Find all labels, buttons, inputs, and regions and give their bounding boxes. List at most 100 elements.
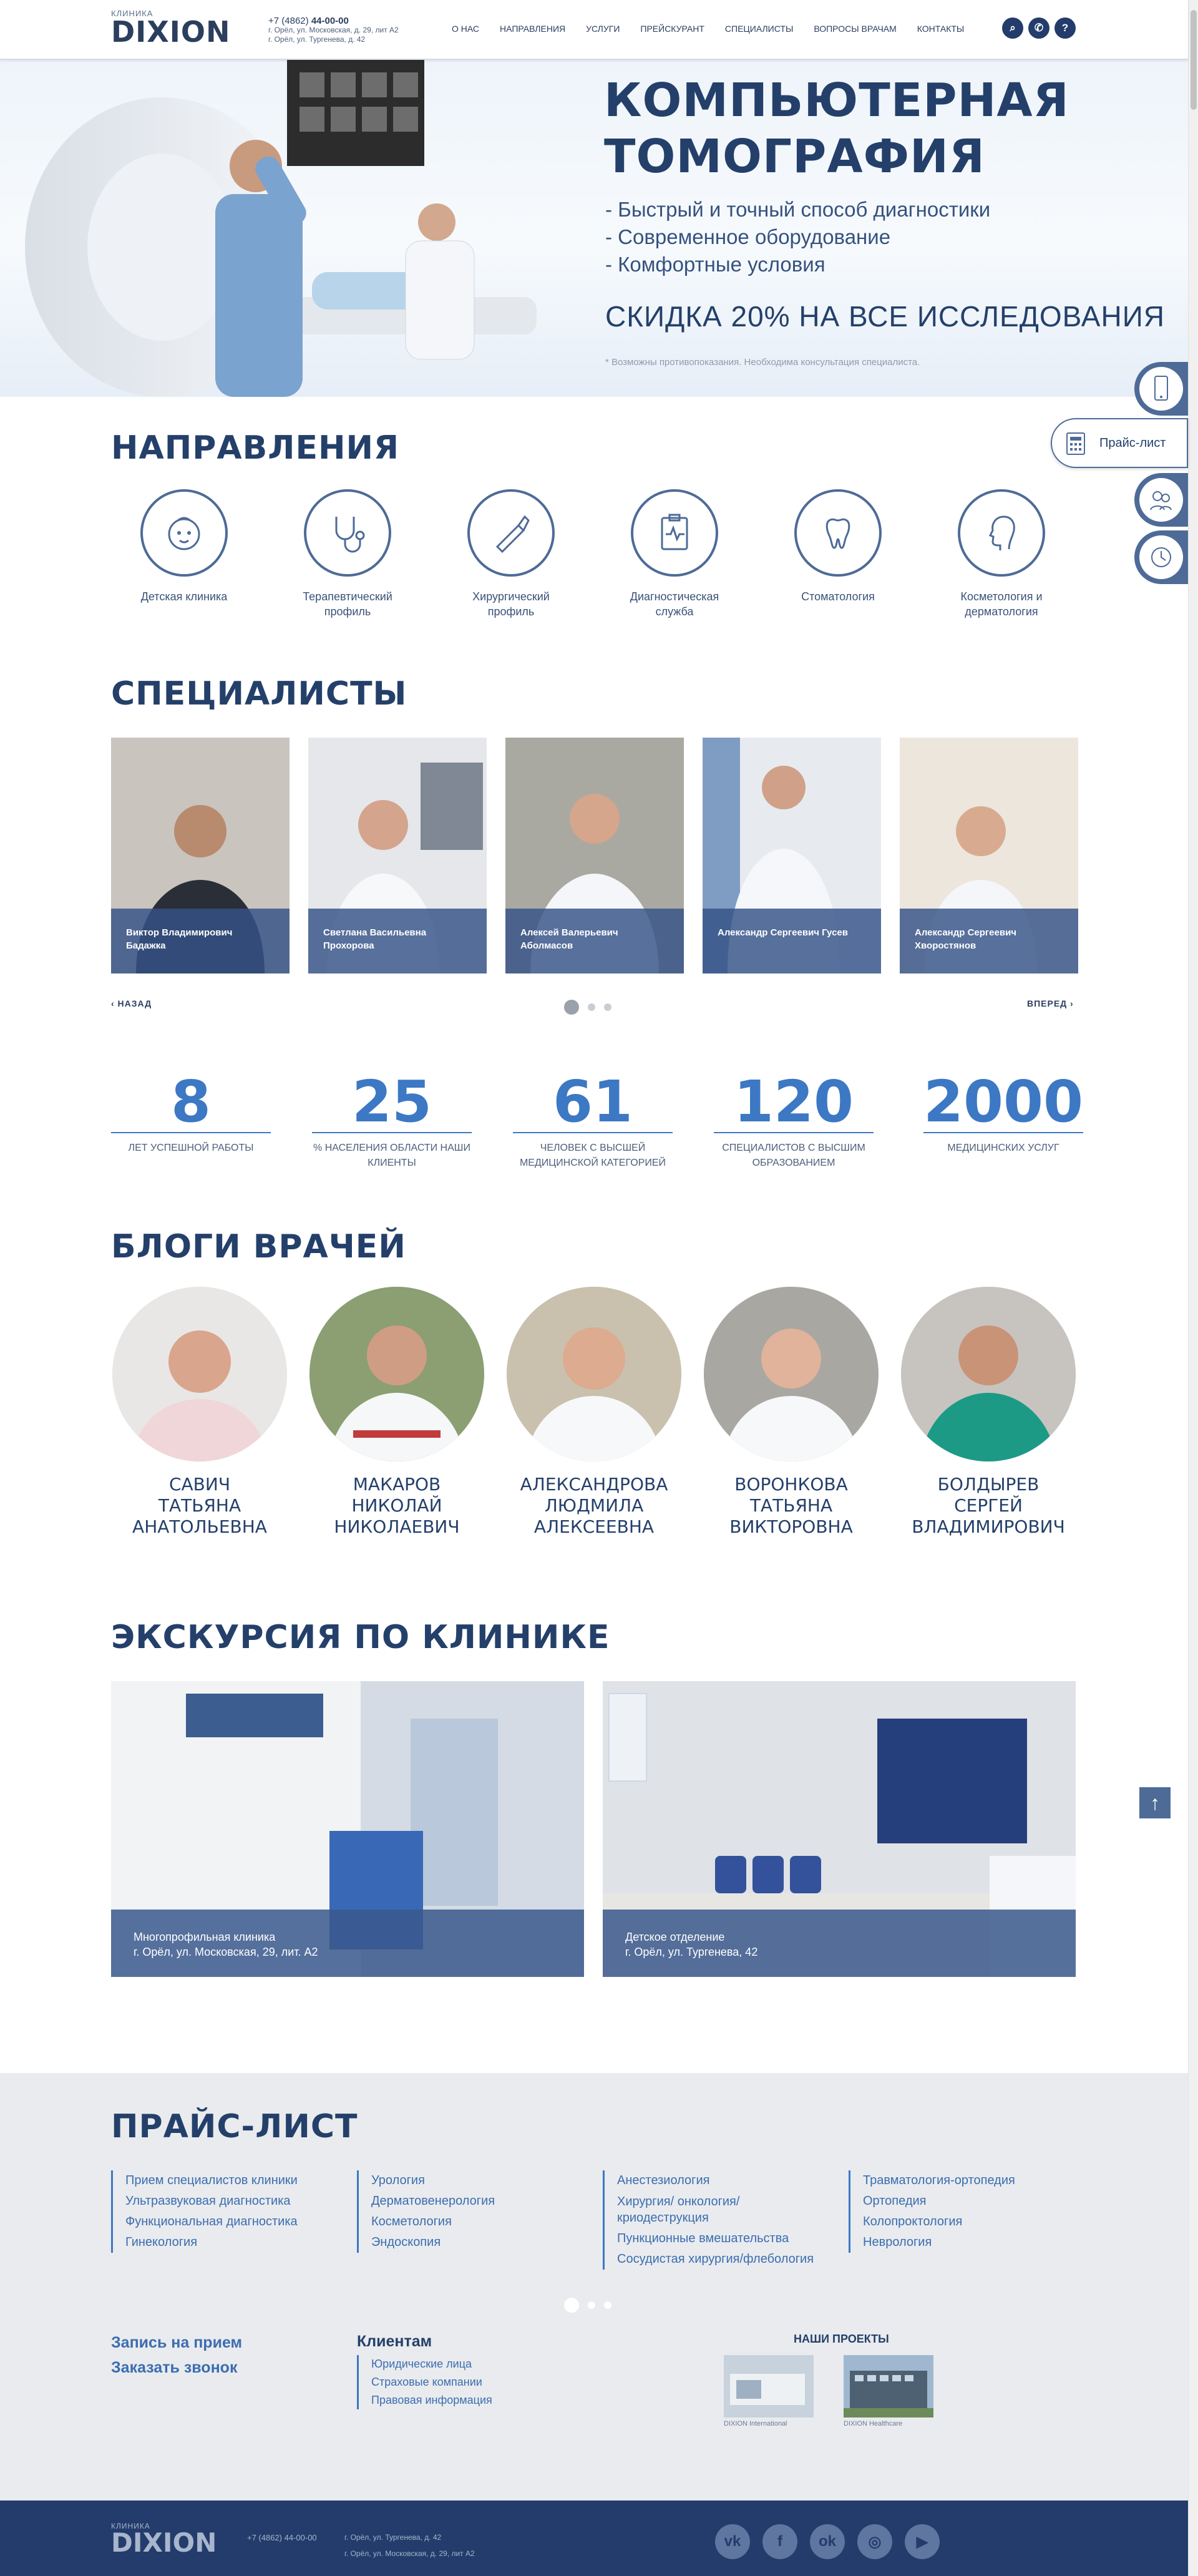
pagination-dot[interactable]	[588, 1003, 595, 1011]
footer-logo[interactable]: КЛИНИКА DIXION	[111, 2522, 217, 2558]
price-link[interactable]: Дерматовенерология	[371, 2191, 495, 2212]
clients-link[interactable]: Юридические лица	[371, 2355, 492, 2373]
doctor-photo	[704, 1287, 879, 1461]
project-item[interactable]: DIXION International	[724, 2355, 814, 2427]
price-link[interactable]: Косметология	[371, 2212, 495, 2232]
price-link[interactable]: Неврология	[863, 2232, 1015, 2253]
price-link[interactable]: Колопроктология	[863, 2212, 1015, 2232]
nav-questions[interactable]: ВОПРОСЫ ВРАЧАМ	[814, 24, 896, 34]
instagram-icon[interactable]: ◎	[857, 2524, 892, 2559]
doctor-patronymic: АНАТОЛЬЕВНА	[132, 1516, 267, 1537]
logo[interactable]: КЛИНИКА DIXION	[111, 9, 230, 49]
next-button[interactable]: ВПЕРЕД ›	[1027, 998, 1074, 1008]
price-link[interactable]: Функциональная диагностика	[125, 2212, 298, 2232]
hero-note: * Возможны противопоказания. Необходима …	[605, 357, 920, 368]
specialist-card[interactable]: Светлана Васильевна Прохорова	[308, 738, 487, 973]
price-link[interactable]: Гинекология	[125, 2232, 298, 2253]
direction-label: Терапевтический профиль	[303, 590, 392, 618]
doctor-firstname: ТАТЬЯНА	[158, 1495, 241, 1516]
nav-price[interactable]: ПРЕЙСКУРАНТ	[640, 24, 704, 34]
tour-caption: Детское отделение г. Орёл, ул. Тургенева,…	[603, 1910, 1076, 1977]
price-link[interactable]: Травматология-ортопедия	[863, 2170, 1015, 2191]
face-icon	[958, 489, 1045, 577]
direction-item[interactable]: Диагностическая служба	[615, 489, 734, 619]
price-link[interactable]: Эндоскопия	[371, 2232, 495, 2253]
price-link[interactable]: Пункционные вмешательства	[617, 2228, 814, 2249]
pagination-dot[interactable]	[604, 2301, 611, 2309]
tour-caption-address: г. Орёл, ул. Московская, 29, лит. А2	[134, 1946, 318, 1958]
side-widget-doctors[interactable]	[1134, 473, 1188, 527]
specialist-card[interactable]: Александр Сергеевич Гусев	[703, 738, 881, 973]
price-link[interactable]: Хирургия/ онкология/криодеструкция	[617, 2191, 814, 2228]
site-footer: КЛИНИКА DIXION +7 (4862) 44-00-00 г. Орё…	[0, 2500, 1188, 2576]
tour-caption-address: г. Орёл, ул. Тургенева, 42	[625, 1946, 758, 1958]
price-column: Прием специалистов клиники Ультразвукова…	[111, 2170, 298, 2253]
help-icon[interactable]: ?	[1054, 17, 1076, 39]
prev-button[interactable]: ‹ НАЗАД	[111, 998, 152, 1008]
stethoscope-icon	[304, 489, 391, 577]
callback-link[interactable]: Заказать звонок	[111, 2359, 237, 2377]
vk-icon[interactable]: vk	[715, 2524, 750, 2559]
specialist-name: Александр Сергеевич Гусев	[703, 909, 881, 973]
specialist-name: Виктор Владимирович Бадажка	[111, 909, 290, 973]
price-link[interactable]: Ультразвуковая диагностика	[125, 2191, 298, 2212]
specialist-card[interactable]: Александр Сергеевич Хворостянов	[900, 738, 1078, 973]
search-icon[interactable]: ⌕	[1002, 17, 1023, 39]
price-link[interactable]: Анестезиология	[617, 2170, 814, 2191]
doctor-firstname: СЕРГЕЙ	[954, 1495, 1023, 1516]
price-list-widget[interactable]: Прайс-лист	[1051, 418, 1188, 468]
direction-item[interactable]: Стоматология	[779, 489, 897, 604]
doctor-name: МАКАРОВ НИКОЛАЙ НИКОЛАЕВИЧ	[308, 1474, 485, 1538]
doctor-name: АЛЕКСАНДРОВА ЛЮДМИЛА АЛЕКСЕЕВНА	[505, 1474, 683, 1538]
header-phone[interactable]: +7 (4862) 44-00-00	[268, 16, 399, 26]
header-phone-number: 44-00-00	[311, 16, 349, 26]
blog-item[interactable]: АЛЕКСАНДРОВА ЛЮДМИЛА АЛЕКСЕЕВНА	[505, 1287, 683, 1538]
pagination-dot[interactable]	[588, 2301, 595, 2309]
page-scrollbar[interactable]	[1188, 0, 1198, 2576]
footer-addresses: г. Орёл, ул. Тургенева, д. 42 г. Орёл, у…	[344, 2529, 475, 2562]
nav-contacts[interactable]: КОНТАКТЫ	[917, 24, 965, 34]
pagination-dot-active[interactable]	[564, 1000, 579, 1015]
facebook-icon[interactable]: f	[762, 2524, 797, 2559]
direction-item[interactable]: Детская клиника	[125, 489, 243, 604]
direction-item[interactable]: Косметология и дерматология	[942, 489, 1061, 619]
blog-item[interactable]: САВИЧ ТАТЬЯНА АНАТОЛЬЕВНА	[111, 1287, 288, 1538]
footer-phone[interactable]: +7 (4862) 44-00-00	[247, 2533, 317, 2542]
appointment-link[interactable]: Запись на прием	[111, 2334, 242, 2352]
odnoklassniki-icon[interactable]: ok	[810, 2524, 845, 2559]
pagination-dot-active[interactable]	[564, 2298, 579, 2313]
specialist-card[interactable]: Виктор Владимирович Бадажка	[111, 738, 290, 973]
price-link[interactable]: Ортопедия	[863, 2191, 1015, 2212]
hero-bullet: - Современное оборудование	[605, 225, 891, 248]
phone-icon[interactable]: ✆	[1028, 17, 1049, 39]
direction-item[interactable]: Хирургический профиль	[452, 489, 570, 619]
price-link[interactable]: Урология	[371, 2170, 495, 2191]
side-widget-clock[interactable]	[1134, 530, 1188, 584]
direction-item[interactable]: Терапевтический профиль	[288, 489, 407, 619]
tour-card[interactable]: Многопрофильная клиника г. Орёл, ул. Моск…	[111, 1681, 584, 1977]
specialist-card[interactable]: Алексей Валерьевич Аболмасов	[505, 738, 684, 973]
scrollbar-thumb[interactable]	[1191, 10, 1197, 110]
doctor-firstname: ЛЮДМИЛА	[544, 1495, 644, 1516]
price-link[interactable]: Сосудистая хирургия/флебология	[617, 2249, 814, 2270]
pagination-dot[interactable]	[604, 1003, 611, 1011]
nav-specialists[interactable]: СПЕЦИАЛИСТЫ	[725, 24, 793, 34]
nav-directions[interactable]: НАПРАВЛЕНИЯ	[500, 24, 565, 34]
project-item[interactable]: DIXION Healthcare	[844, 2355, 933, 2427]
blog-item[interactable]: МАКАРОВ НИКОЛАЙ НИКОЛАЕВИЧ	[308, 1287, 485, 1538]
tour-card[interactable]: Детское отделение г. Орёл, ул. Тургенева,…	[603, 1681, 1076, 1977]
clients-link[interactable]: Правовая информация	[371, 2391, 492, 2409]
side-widget-mobile[interactable]	[1134, 362, 1188, 416]
blog-item[interactable]: БОЛДЫРЕВ СЕРГЕЙ ВЛАДИМИРОВИЧ	[900, 1287, 1077, 1538]
hero-title-line2: ТОМОГРАФИЯ	[604, 130, 985, 183]
price-link[interactable]: Прием специалистов клиники	[125, 2170, 298, 2191]
doctor-photo	[112, 1287, 287, 1461]
blog-item[interactable]: ВОРОНКОВА ТАТЬЯНА ВИКТОРОВНА	[703, 1287, 880, 1538]
youtube-icon[interactable]: ▶	[905, 2524, 940, 2559]
footer-logo-text: DIXION	[111, 2527, 217, 2558]
nav-about[interactable]: О НАС	[452, 24, 479, 34]
nav-services[interactable]: УСЛУГИ	[586, 24, 620, 34]
clients-link[interactable]: Страховые компании	[371, 2373, 492, 2391]
scroll-top-button[interactable]: ↑	[1139, 1787, 1171, 1818]
hero-banner[interactable]: КОМПЬЮТЕРНАЯ ТОМОГРАФИЯ - Быстрый и точны…	[0, 60, 1188, 397]
